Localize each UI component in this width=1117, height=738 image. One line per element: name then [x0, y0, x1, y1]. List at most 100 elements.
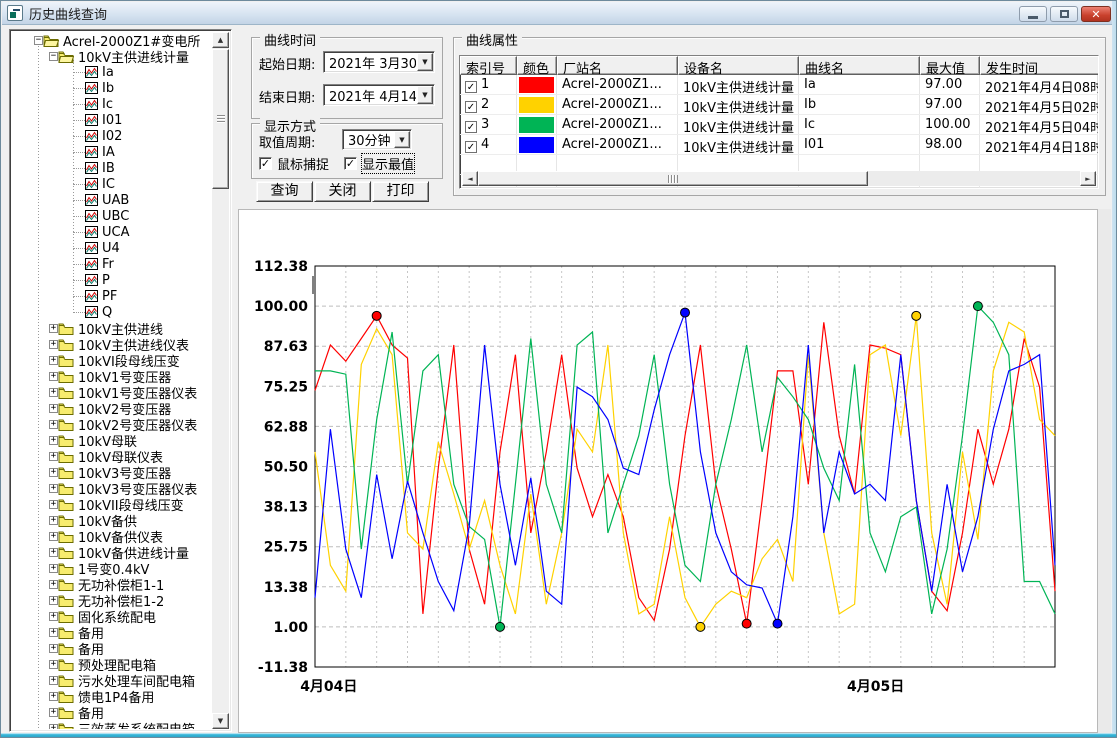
maximize-button[interactable] [1050, 6, 1078, 22]
expand-toggle-icon[interactable]: + [49, 564, 58, 573]
row-checkbox[interactable]: ✓ [465, 141, 477, 153]
tree-item-馈电1p4备用[interactable]: +馈电1P4备用 [12, 688, 212, 704]
expand-toggle-icon[interactable]: + [49, 484, 58, 493]
title-bar[interactable]: 历史曲线查询 ✕ [2, 2, 1117, 25]
scroll-up-button[interactable]: ▲ [212, 32, 229, 48]
column-header-0[interactable]: 索引号 [460, 56, 517, 75]
checkbox-check-icon[interactable]: ✓ [344, 157, 357, 170]
query-button[interactable]: 查询 [256, 181, 313, 202]
tree-item-i01[interactable]: I01 [12, 112, 212, 128]
tree-item-10kv主供进线计量[interactable]: −10kV主供进线计量 [12, 48, 212, 64]
tree-item-ubc[interactable]: UBC [12, 208, 212, 224]
scroll-left-button[interactable]: ◄ [462, 171, 478, 186]
curve-icon [85, 146, 98, 158]
table-scroll-thumb[interactable] [478, 171, 868, 186]
tree-item-ia[interactable]: Ia [12, 64, 212, 80]
table-row[interactable]: ✓1Acrel-2000Z1...10kV主供进线计量Ia97.002021年4… [460, 75, 1098, 95]
expand-toggle-icon[interactable]: + [49, 340, 58, 349]
tree-item-ic[interactable]: Ic [12, 96, 212, 112]
expand-toggle-icon[interactable]: + [49, 548, 58, 557]
expand-toggle-icon[interactable]: + [49, 628, 58, 637]
occur-time-cell: 2021年4月5日04时30 [980, 115, 1099, 134]
tree-item-label: Ia [102, 65, 114, 80]
expand-toggle-icon[interactable]: + [49, 692, 58, 701]
mouse-capture-checkbox[interactable]: ✓ 鼠标捕捉 [259, 154, 329, 173]
expand-toggle-icon[interactable]: + [49, 676, 58, 685]
expand-toggle-icon[interactable]: + [49, 372, 58, 381]
column-header-6[interactable]: 发生时间 [980, 56, 1099, 75]
tree-item-备用[interactable]: +备用 [12, 624, 212, 640]
show-extremes-checkbox[interactable]: ✓ 显示最值 [344, 154, 414, 173]
collapse-toggle-icon[interactable]: − [34, 36, 43, 45]
expand-toggle-icon[interactable]: + [49, 452, 58, 461]
collapse-toggle-icon[interactable]: − [49, 52, 58, 61]
checkbox-check-icon[interactable]: ✓ [259, 157, 272, 170]
column-header-4[interactable]: 曲线名 [799, 56, 920, 75]
table-row[interactable]: ✓2Acrel-2000Z1...10kV主供进线计量Ib97.002021年4… [460, 95, 1098, 115]
tree-item-uca[interactable]: UCA [12, 224, 212, 240]
expand-toggle-icon[interactable]: + [49, 644, 58, 653]
tree-scroll-thumb[interactable] [212, 49, 229, 189]
expand-toggle-icon[interactable]: + [49, 468, 58, 477]
expand-toggle-icon[interactable]: + [49, 708, 58, 717]
expand-toggle-icon[interactable]: + [49, 596, 58, 605]
column-header-5[interactable]: 最大值 [920, 56, 980, 75]
table-row[interactable]: ✓3Acrel-2000Z1...10kV主供进线计量Ic100.002021年… [460, 115, 1098, 135]
close-dialog-button[interactable]: 关闭 [314, 181, 371, 202]
tree-vertical-scrollbar[interactable]: ▲ ▼ [212, 32, 229, 729]
table-horizontal-scrollbar[interactable]: ◄ ► [462, 171, 1096, 186]
tree-item-固化系统配电[interactable]: +固化系统配电 [12, 608, 212, 624]
tree-item-ic[interactable]: IC [12, 176, 212, 192]
history-curve-chart[interactable]: 112.38100.0087.6375.2562.8850.5038.1325.… [238, 209, 1098, 733]
device-tree-panel: −Acrel-2000Z1#变电所−10kV主供进线计量IaIbIcI01I02… [9, 29, 232, 732]
folder-closed-icon [58, 418, 74, 431]
tree-item-ib[interactable]: IB [12, 160, 212, 176]
window-frame-right [1112, 1, 1116, 738]
expand-toggle-icon[interactable]: + [49, 724, 58, 730]
tree-item-fr[interactable]: Fr [12, 256, 212, 272]
column-header-1[interactable]: 颜色 [517, 56, 557, 75]
expand-toggle-icon[interactable]: + [49, 660, 58, 669]
row-checkbox[interactable]: ✓ [465, 121, 477, 133]
window-frame-bottom [1, 733, 1117, 737]
dropdown-arrow-icon[interactable]: ▼ [417, 53, 433, 71]
scroll-down-button[interactable]: ▼ [212, 713, 229, 729]
expand-toggle-icon[interactable]: + [49, 324, 58, 333]
tree-item-uab[interactable]: UAB [12, 192, 212, 208]
close-button[interactable]: ✕ [1081, 6, 1111, 22]
period-combobox[interactable]: 30分钟 ▼ [342, 129, 412, 150]
expand-toggle-icon[interactable]: + [49, 420, 58, 429]
tree-item-pf[interactable]: PF [12, 288, 212, 304]
expand-toggle-icon[interactable]: + [49, 500, 58, 509]
table-row[interactable]: ✓4Acrel-2000Z1...10kV主供进线计量I0198.002021年… [460, 135, 1098, 155]
expand-toggle-icon[interactable]: + [49, 612, 58, 621]
row-index-cell: ✓2 [460, 95, 517, 114]
tree-item-ia[interactable]: IA [12, 144, 212, 160]
column-header-2[interactable]: 厂站名 [557, 56, 678, 75]
row-checkbox[interactable]: ✓ [465, 81, 477, 93]
tree-item-三效蒸发系统配电箱[interactable]: +三效蒸发系统配电箱 [12, 720, 212, 729]
folder-closed-icon [58, 706, 74, 719]
start-date-combobox[interactable]: 2021年 3月30 ▼ [323, 51, 435, 73]
end-date-combobox[interactable]: 2021年 4月14 ▼ [323, 84, 435, 106]
expand-toggle-icon[interactable]: + [49, 532, 58, 541]
expand-toggle-icon[interactable]: + [49, 404, 58, 413]
expand-toggle-icon[interactable]: + [49, 436, 58, 445]
expand-toggle-icon[interactable]: + [49, 516, 58, 525]
print-button[interactable]: 打印 [372, 181, 429, 202]
scroll-grip-icon [668, 175, 678, 183]
expand-toggle-icon[interactable]: + [49, 356, 58, 365]
minimize-button[interactable] [1019, 6, 1047, 22]
row-color-cell [517, 95, 557, 114]
row-checkbox[interactable]: ✓ [465, 101, 477, 113]
tree-item-ib[interactable]: Ib [12, 80, 212, 96]
tree-item-i02[interactable]: I02 [12, 128, 212, 144]
scroll-right-button[interactable]: ► [1080, 171, 1096, 186]
dropdown-arrow-icon[interactable]: ▼ [394, 131, 410, 148]
tree-item-u4[interactable]: U4 [12, 240, 212, 256]
expand-toggle-icon[interactable]: + [49, 580, 58, 589]
dropdown-arrow-icon[interactable]: ▼ [417, 86, 433, 104]
expand-toggle-icon[interactable]: + [49, 388, 58, 397]
column-header-3[interactable]: 设备名 [678, 56, 799, 75]
tree-item-p[interactable]: P [12, 272, 212, 288]
